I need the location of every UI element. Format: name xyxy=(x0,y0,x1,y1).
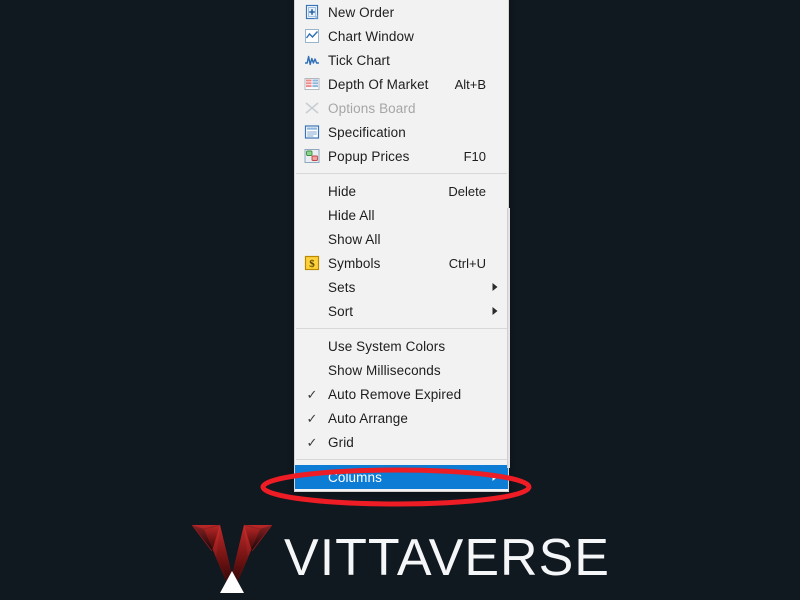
submenu-arrow-icon xyxy=(488,306,502,316)
menu-item-label: Show All xyxy=(328,231,381,247)
menu-item-label: Hide All xyxy=(328,207,375,223)
menu-item-sort[interactable]: Sort xyxy=(295,299,508,323)
vittaverse-v-mark-icon xyxy=(191,524,273,593)
menu-item-chart-window[interactable]: Chart Window xyxy=(295,24,508,48)
options-board-icon xyxy=(299,97,325,119)
popup-prices-icon xyxy=(299,145,325,167)
menu-item-shortcut: Delete xyxy=(448,183,486,199)
chart-window-icon xyxy=(299,25,325,47)
menu-item-label: Use System Colors xyxy=(328,338,446,354)
menu-item-label: Chart Window xyxy=(328,28,414,44)
menu-item-auto-arrange[interactable]: ✓ Auto Arrange xyxy=(295,406,508,430)
menu-item-label: Hide xyxy=(328,183,357,199)
depth-of-market-icon xyxy=(299,73,325,95)
menu-item-label: Auto Arrange xyxy=(328,410,409,426)
menu-item-label: Depth Of Market xyxy=(328,76,429,92)
menu-item-label: Show Milliseconds xyxy=(328,362,441,378)
menu-item-label: Specification xyxy=(328,124,406,140)
menu-item-icon-placeholder xyxy=(299,180,325,202)
vittaverse-logo: VITTAVERSE xyxy=(0,516,800,600)
submenu-arrow-icon xyxy=(488,472,502,482)
menu-item-icon-placeholder xyxy=(299,228,325,250)
logo-wordmark: VITTAVERSE xyxy=(284,529,610,587)
menu-item-icon-placeholder xyxy=(299,335,325,357)
new-order-icon xyxy=(299,1,325,23)
menu-item-label: New Order xyxy=(328,4,395,20)
menu-item-specification[interactable]: Specification xyxy=(295,120,508,144)
check-icon: ✓ xyxy=(306,434,318,450)
menu-separator xyxy=(296,173,507,174)
menu-section: Use System Colors Show Milliseconds ✓ Auto … xyxy=(295,332,508,456)
menu-item-use-system-colors[interactable]: Use System Colors xyxy=(295,334,508,358)
menu-item-new-order[interactable]: New Order xyxy=(295,0,508,24)
menu-item-tick-chart[interactable]: Tick Chart xyxy=(295,48,508,72)
menu-item-label: Popup Prices xyxy=(328,148,410,164)
menu-item-shortcut: Ctrl+U xyxy=(448,255,486,271)
menu-item-depth-of-market[interactable]: Depth Of Market Alt+B xyxy=(295,72,508,96)
menu-section: Hide Delete Hide All Show All $ Symbols Ctrl+U… xyxy=(295,177,508,325)
menu-item-hide[interactable]: Hide Delete xyxy=(295,179,508,203)
menu-item-label: Sets xyxy=(328,279,356,295)
tick-chart-icon xyxy=(299,49,325,71)
menu-item-icon-placeholder xyxy=(299,276,325,298)
menu-item-icon-placeholder xyxy=(299,204,325,226)
menu-item-symbols[interactable]: $ Symbols Ctrl+U xyxy=(295,251,508,275)
submenu-arrow-icon xyxy=(488,282,502,292)
menu-item-shortcut: Alt+B xyxy=(454,76,486,92)
menu-item-label: Tick Chart xyxy=(328,52,391,68)
menu-item-auto-remove-expired[interactable]: ✓ Auto Remove Expired xyxy=(295,382,508,406)
menu-item-label: Options Board xyxy=(328,100,416,116)
svg-text:$: $ xyxy=(309,258,315,270)
menu-item-options-board: Options Board xyxy=(295,96,508,120)
symbols-icon: $ xyxy=(299,252,325,274)
menu-section: Columns xyxy=(295,463,508,491)
menu-item-icon-placeholder xyxy=(299,466,325,488)
menu-item-sets[interactable]: Sets xyxy=(295,275,508,299)
menu-section: New Order Chart Window Tick Chart Depth Of … xyxy=(295,0,508,170)
menu-item-show-all[interactable]: Show All xyxy=(295,227,508,251)
menu-item-label: Columns xyxy=(328,469,382,485)
menu-item-label: Auto Remove Expired xyxy=(328,386,462,402)
menu-item-label: Grid xyxy=(328,434,354,450)
menu-item-label: Sort xyxy=(328,303,354,319)
menu-item-show-milliseconds[interactable]: Show Milliseconds xyxy=(295,358,508,382)
market-watch-context-menu[interactable]: New Order Chart Window Tick Chart Depth Of … xyxy=(294,0,509,492)
menu-right-edge-strip xyxy=(507,208,510,468)
menu-item-popup-prices[interactable]: Popup Prices F10 xyxy=(295,144,508,168)
menu-item-columns[interactable]: Columns xyxy=(295,465,508,489)
check-icon: ✓ xyxy=(306,386,318,402)
menu-item-label: Symbols xyxy=(328,255,381,271)
menu-separator xyxy=(296,328,507,329)
menu-separator xyxy=(296,459,507,460)
menu-item-icon-placeholder xyxy=(299,300,325,322)
specification-icon xyxy=(299,121,325,143)
menu-item-shortcut: F10 xyxy=(463,148,486,164)
menu-item-icon-placeholder xyxy=(299,359,325,381)
menu-item-hide-all[interactable]: Hide All xyxy=(295,203,508,227)
check-icon: ✓ xyxy=(306,410,318,426)
menu-item-grid[interactable]: ✓ Grid xyxy=(295,430,508,454)
